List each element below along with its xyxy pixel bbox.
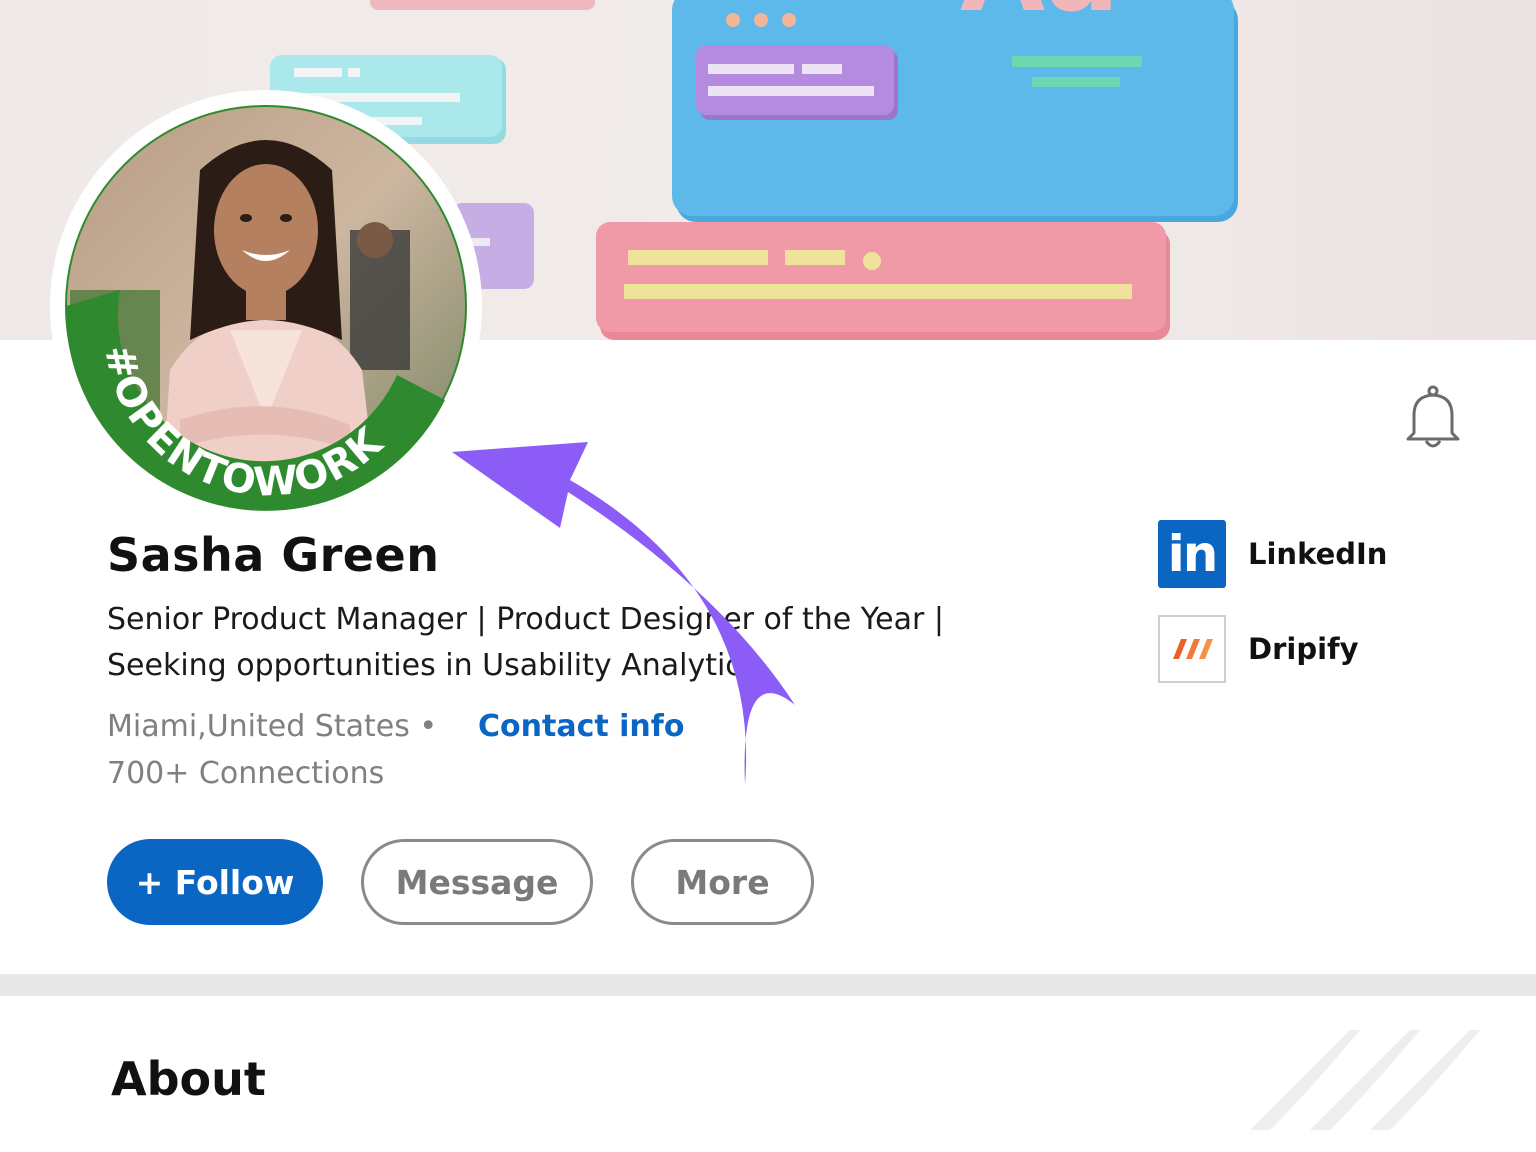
dripify-logo-icon bbox=[1158, 615, 1226, 683]
link-label: Dripify bbox=[1248, 632, 1359, 666]
section-divider bbox=[0, 974, 1536, 996]
follow-button[interactable]: + Follow bbox=[107, 839, 323, 925]
headline-line: Seeking opportunities in Usability Analy… bbox=[107, 648, 758, 683]
link-linkedin[interactable]: in LinkedIn bbox=[1158, 520, 1387, 588]
profile-name: Sasha Green bbox=[107, 528, 440, 582]
link-dripify[interactable]: Dripify bbox=[1158, 615, 1359, 683]
linkedin-logo-icon: in bbox=[1158, 520, 1226, 588]
about-heading: About bbox=[111, 1052, 266, 1106]
more-button[interactable]: More bbox=[631, 839, 814, 925]
dripify-watermark-icon bbox=[1250, 1030, 1500, 1130]
contact-info-link[interactable]: Contact info bbox=[478, 709, 684, 744]
profile-photo[interactable]: #OPENTOWORK bbox=[50, 90, 482, 522]
link-label: LinkedIn bbox=[1248, 537, 1388, 571]
message-button[interactable]: Message bbox=[361, 839, 593, 925]
profile-headline: Senior Product Manager | Product Designe… bbox=[107, 597, 944, 689]
headline-line: Senior Product Manager | Product Designe… bbox=[107, 602, 944, 637]
avatar: #OPENTOWORK bbox=[50, 90, 482, 522]
svg-text:Aa: Aa bbox=[960, 0, 1119, 36]
profile-location: Miami,United States • bbox=[107, 709, 438, 744]
connections-count[interactable]: 700+ Connections bbox=[107, 756, 384, 791]
bell-icon[interactable] bbox=[1404, 385, 1462, 451]
